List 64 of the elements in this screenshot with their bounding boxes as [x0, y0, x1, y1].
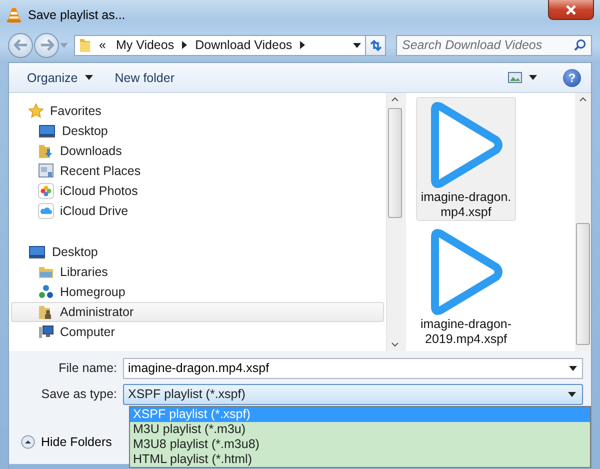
refresh-icon	[368, 38, 382, 52]
tree-item[interactable]: Desktop	[11, 121, 384, 141]
breadcrumb-button[interactable]: My Videos	[114, 38, 176, 52]
scrollbar[interactable]	[386, 93, 403, 351]
download-folder-icon	[38, 143, 54, 159]
chevron-icon	[182, 41, 188, 49]
tree-item[interactable]: Computer	[11, 322, 384, 342]
caret-icon	[568, 392, 576, 396]
back-button[interactable]	[8, 32, 33, 58]
window-icon	[38, 163, 54, 179]
tree-item[interactable]: iCloud Drive	[11, 201, 384, 221]
cone-icon	[6, 7, 22, 23]
field-label: Save as type:	[40, 387, 118, 401]
cloud-icon	[38, 203, 54, 219]
tree-item[interactable]: Administrator	[11, 302, 384, 322]
close-button[interactable]	[548, 0, 594, 20]
file-name-field[interactable]: imagine-dragon.mp4.xspf	[123, 358, 583, 378]
folder-icon	[38, 264, 54, 280]
close-icon	[565, 4, 577, 14]
address-bar[interactable]: « My Videos Download Videos	[74, 34, 366, 56]
play-icon	[428, 101, 504, 189]
caret-icon	[353, 42, 361, 48]
field-label: File name:	[58, 361, 118, 375]
dropdown-option[interactable]: M3U8 playlist (*.m3u8)	[130, 437, 590, 452]
tree-item[interactable]: Recent Places	[11, 161, 384, 181]
user-folder-icon	[38, 304, 54, 320]
overflow-button[interactable]: «	[97, 38, 108, 52]
tree-item[interactable]: Libraries	[11, 262, 384, 282]
computer-icon	[38, 324, 54, 340]
caret-icon	[84, 75, 93, 80]
tree-item[interactable]: Homegroup	[11, 282, 384, 302]
refresh-button[interactable]	[366, 34, 386, 56]
tree-item[interactable]: Downloads	[11, 141, 384, 161]
flower-icon	[38, 183, 54, 199]
chevron-icon	[300, 41, 306, 49]
caret-icon	[569, 366, 577, 370]
dropdown-option[interactable]: M3U playlist (*.m3u)	[130, 422, 590, 437]
search-icon	[574, 38, 586, 50]
hide-folders-button[interactable]: Hide Folders	[19, 433, 114, 451]
arrow-right-icon	[40, 39, 54, 51]
folder-icon	[79, 37, 91, 53]
monitor-icon	[28, 245, 46, 259]
star-icon	[28, 103, 44, 119]
network-icon	[38, 284, 54, 300]
tree-item[interactable]: iCloud Photos	[11, 181, 384, 201]
type-dropdown[interactable]: XSPF playlist (*.xspf)	[123, 384, 583, 404]
file-item[interactable]: imagine-dragon. mp4.xspf	[416, 97, 516, 221]
chevron-up-icon	[21, 435, 35, 449]
dropdown-option[interactable]: HTML playlist (*.html)	[130, 452, 590, 467]
search-field[interactable]: Search Download Videos	[396, 34, 592, 56]
caret-icon	[529, 75, 537, 80]
forward-button[interactable]	[34, 32, 59, 58]
scrollbar[interactable]	[575, 93, 591, 351]
window-title: Save playlist as...	[28, 8, 126, 22]
new-folder-button[interactable]: New folder	[108, 68, 180, 88]
file-item[interactable]: imagine-dragon- 2019.mp4.xspf	[416, 224, 516, 348]
picture-view-icon	[508, 72, 522, 83]
organize-button[interactable]: Organize	[21, 68, 99, 88]
breadcrumb-button[interactable]: Download Videos	[193, 38, 294, 52]
arrow-left-icon	[14, 39, 28, 51]
play-icon	[428, 228, 504, 316]
monitor-icon	[38, 124, 56, 138]
tree-item[interactable]: Favorites	[11, 101, 384, 121]
tree-item[interactable]: Desktop	[11, 242, 384, 262]
